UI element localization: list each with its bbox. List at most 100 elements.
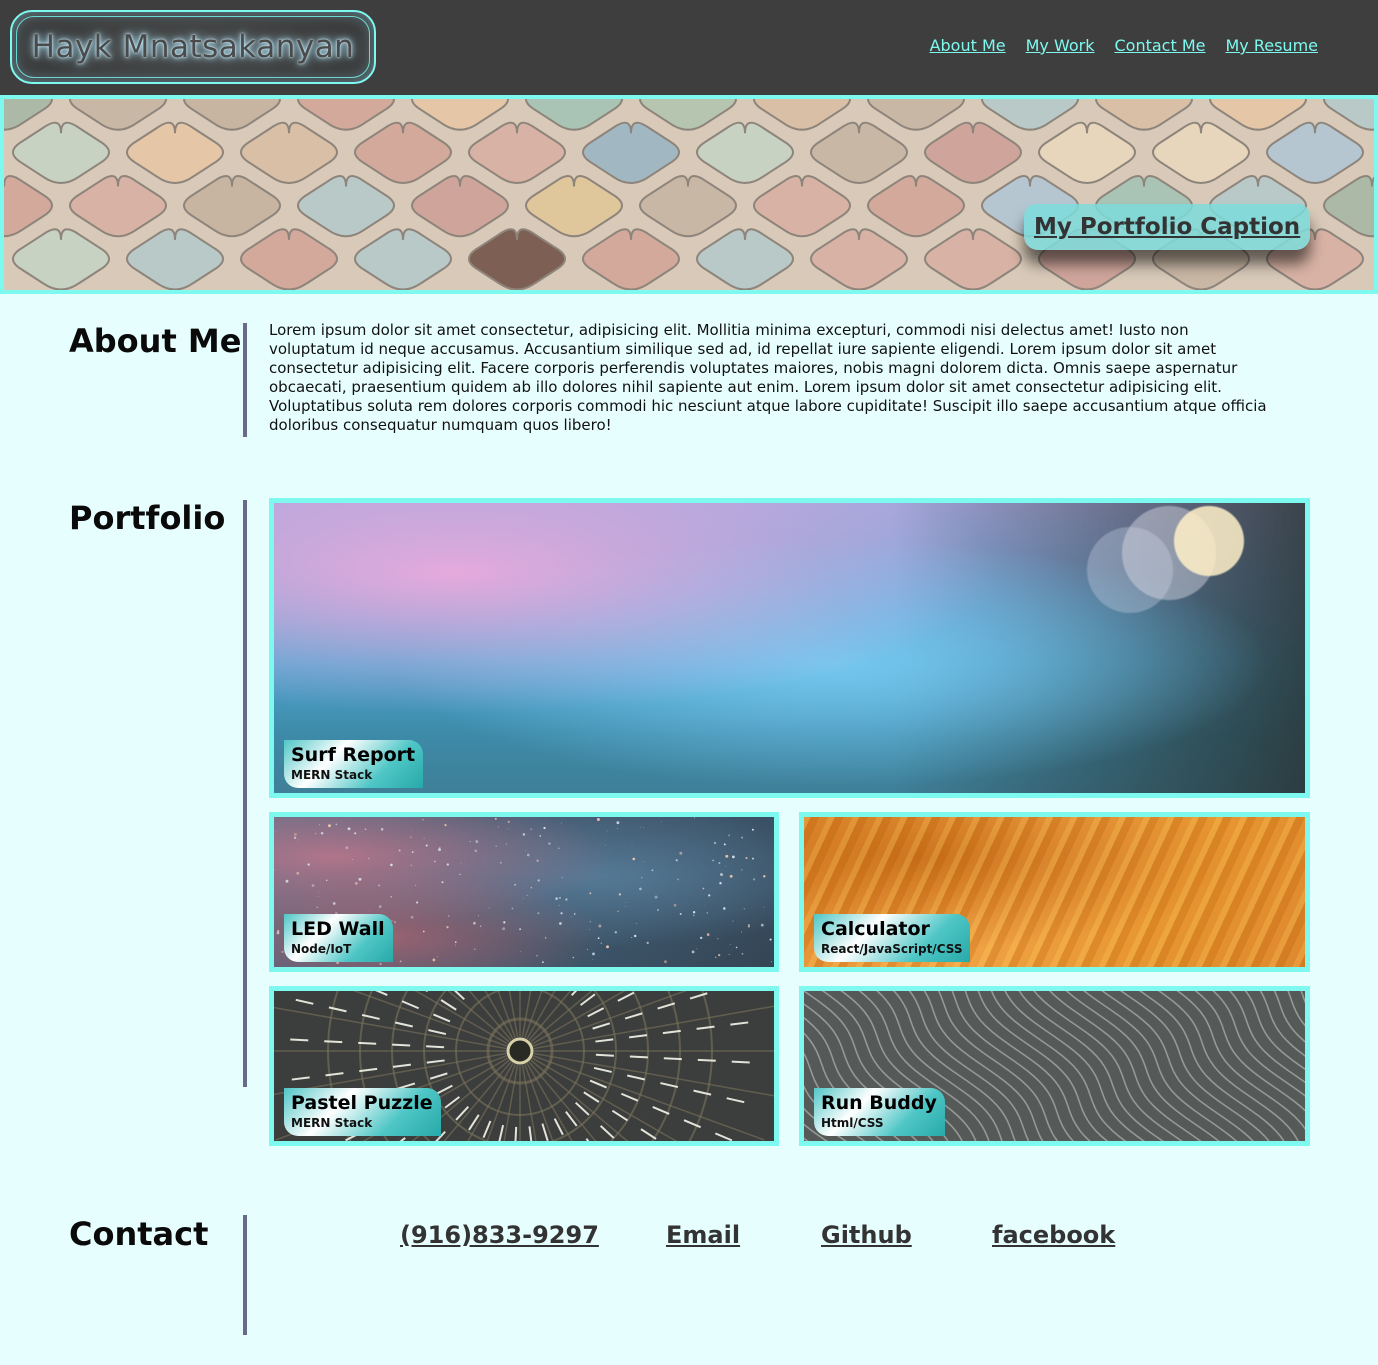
hero-tile xyxy=(924,228,1022,290)
star-dot xyxy=(415,901,419,904)
dome-light xyxy=(361,1013,380,1020)
star-dot xyxy=(625,901,627,903)
wave-line xyxy=(1083,991,1238,1141)
star-dot xyxy=(459,873,461,876)
star-dot xyxy=(719,881,722,885)
star-dot xyxy=(618,893,622,896)
dome-light xyxy=(629,1034,648,1039)
star-dot xyxy=(706,912,709,914)
star-dot xyxy=(410,864,412,866)
star-dot xyxy=(473,921,476,925)
star-dot xyxy=(351,859,353,860)
contact-github-link[interactable]: Github xyxy=(821,1221,912,1249)
project-card-run-buddy[interactable]: Run Buddy Html/CSS xyxy=(799,986,1310,1146)
hero-caption-link[interactable]: My Portfolio Caption xyxy=(1034,214,1300,240)
star-dot xyxy=(592,958,594,960)
star-dot xyxy=(639,887,642,891)
portfolio-divider xyxy=(243,500,247,1087)
star-dot xyxy=(614,931,617,934)
nav-contact-me[interactable]: Contact Me xyxy=(1115,36,1206,55)
star-dot xyxy=(543,826,546,830)
star-dot xyxy=(524,850,526,852)
nav-my-work[interactable]: My Work xyxy=(1026,36,1095,55)
dome-light xyxy=(583,1091,600,1103)
hero-tile xyxy=(468,228,566,290)
contact-phone-link[interactable]: (916)833-9297 xyxy=(400,1221,599,1249)
star-dot xyxy=(369,910,371,911)
star-dot xyxy=(660,820,662,822)
star-dot xyxy=(675,859,678,862)
star-dot xyxy=(729,944,731,945)
project-card-surf-report[interactable]: Surf Report MERN Stack xyxy=(269,498,1310,798)
star-dot xyxy=(537,879,540,882)
dome-light xyxy=(553,1118,564,1136)
dome-hub xyxy=(506,1037,534,1065)
dome-light xyxy=(593,1066,612,1073)
star-dot xyxy=(446,863,449,866)
star-dot xyxy=(616,821,620,825)
star-dot xyxy=(763,875,766,878)
project-card-led-wall[interactable]: LED Wall Node/IoT xyxy=(269,812,779,972)
contact-facebook-link[interactable]: facebook xyxy=(992,1221,1115,1249)
dome-light xyxy=(640,1128,657,1140)
site-logo[interactable]: Hayk Mnatsakanyan xyxy=(10,10,376,84)
star-dot xyxy=(438,846,441,849)
star-dot xyxy=(335,823,338,826)
dome-light xyxy=(498,1124,505,1141)
hero-tile xyxy=(69,175,167,238)
about-text: Lorem ipsum dolor sit amet consectetur, … xyxy=(269,321,1267,434)
hero-caption: My Portfolio Caption xyxy=(1024,204,1311,250)
star-dot xyxy=(713,841,717,845)
star-dot xyxy=(415,884,417,886)
star-dot xyxy=(743,908,745,910)
star-dot xyxy=(480,925,482,927)
hero-tile xyxy=(810,228,908,290)
star-dot xyxy=(718,861,721,865)
dome-light xyxy=(595,1053,614,1057)
star-dot xyxy=(558,896,562,899)
star-dot xyxy=(378,905,382,908)
hero-banner xyxy=(0,95,1378,294)
hero-tile xyxy=(183,99,281,131)
star-dot xyxy=(589,892,592,895)
dome-light xyxy=(587,1007,605,1018)
star-dot xyxy=(572,956,575,959)
nav-about-me[interactable]: About Me xyxy=(930,36,1006,55)
hero-tile xyxy=(582,228,680,290)
dome-light xyxy=(660,1082,679,1089)
contact-email-link[interactable]: Email xyxy=(666,1221,740,1249)
hero-tile xyxy=(1095,99,1193,131)
star-dot xyxy=(354,881,358,885)
star-dot xyxy=(586,948,588,950)
hero-tile xyxy=(1038,121,1136,184)
dome-light xyxy=(570,991,578,996)
star-dot xyxy=(511,907,514,910)
project-stack: React/JavaScript/CSS xyxy=(821,942,963,956)
dome-spoke xyxy=(532,991,688,1047)
dome-spoke xyxy=(447,991,510,1043)
star-dot xyxy=(494,817,497,820)
star-dot xyxy=(390,895,393,898)
nav-my-resume[interactable]: My Resume xyxy=(1225,36,1318,55)
star-dot xyxy=(444,824,447,827)
star-dot xyxy=(632,857,636,861)
hero-tile xyxy=(924,121,1022,184)
star-dot xyxy=(699,936,703,940)
star-dot xyxy=(745,856,748,860)
star-dot xyxy=(474,849,478,853)
star-dot xyxy=(332,902,336,905)
star-dot xyxy=(399,960,402,963)
about-title: About Me xyxy=(69,322,242,360)
star-dot xyxy=(522,833,526,836)
star-dot xyxy=(592,952,595,956)
star-dot xyxy=(364,828,367,831)
star-dot xyxy=(432,958,436,962)
dome-spoke xyxy=(274,1006,507,1050)
project-card-pastel-puzzle[interactable]: Pastel Puzzle MERN Stack xyxy=(269,986,779,1146)
star-dot xyxy=(318,891,320,893)
star-dot xyxy=(725,854,729,858)
star-dot xyxy=(328,824,331,828)
project-card-calculator[interactable]: Calculator React/JavaScript/CSS xyxy=(799,812,1310,972)
star-dot xyxy=(715,956,717,958)
star-dot xyxy=(712,859,714,862)
